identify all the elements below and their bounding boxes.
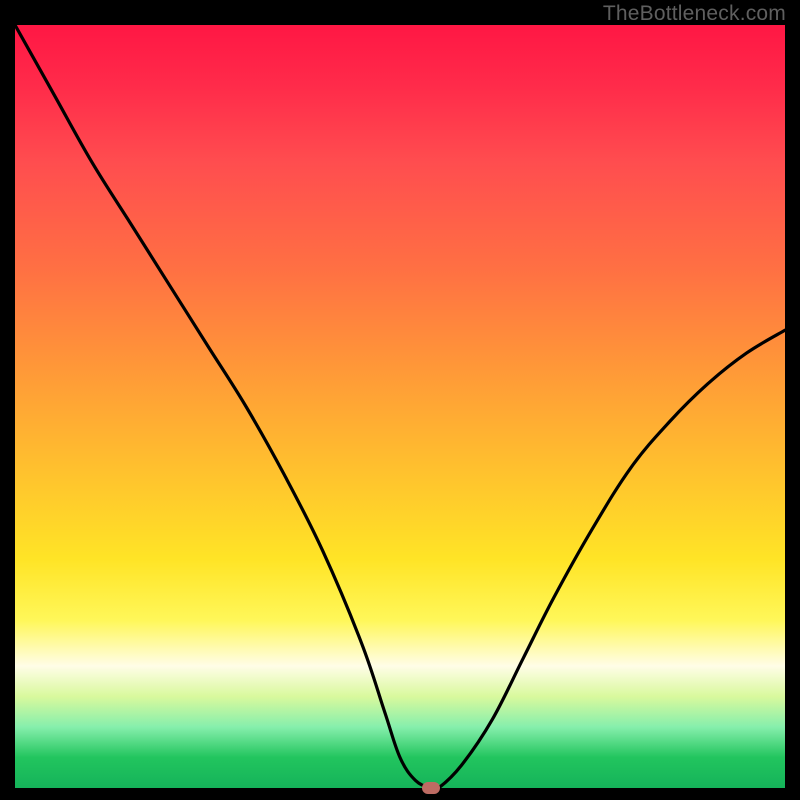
optimal-point-marker bbox=[422, 782, 440, 794]
bottleneck-curve bbox=[15, 25, 785, 788]
watermark-text: TheBottleneck.com bbox=[603, 2, 786, 26]
plot-area bbox=[15, 25, 785, 788]
chart-container: TheBottleneck.com bbox=[0, 0, 800, 800]
